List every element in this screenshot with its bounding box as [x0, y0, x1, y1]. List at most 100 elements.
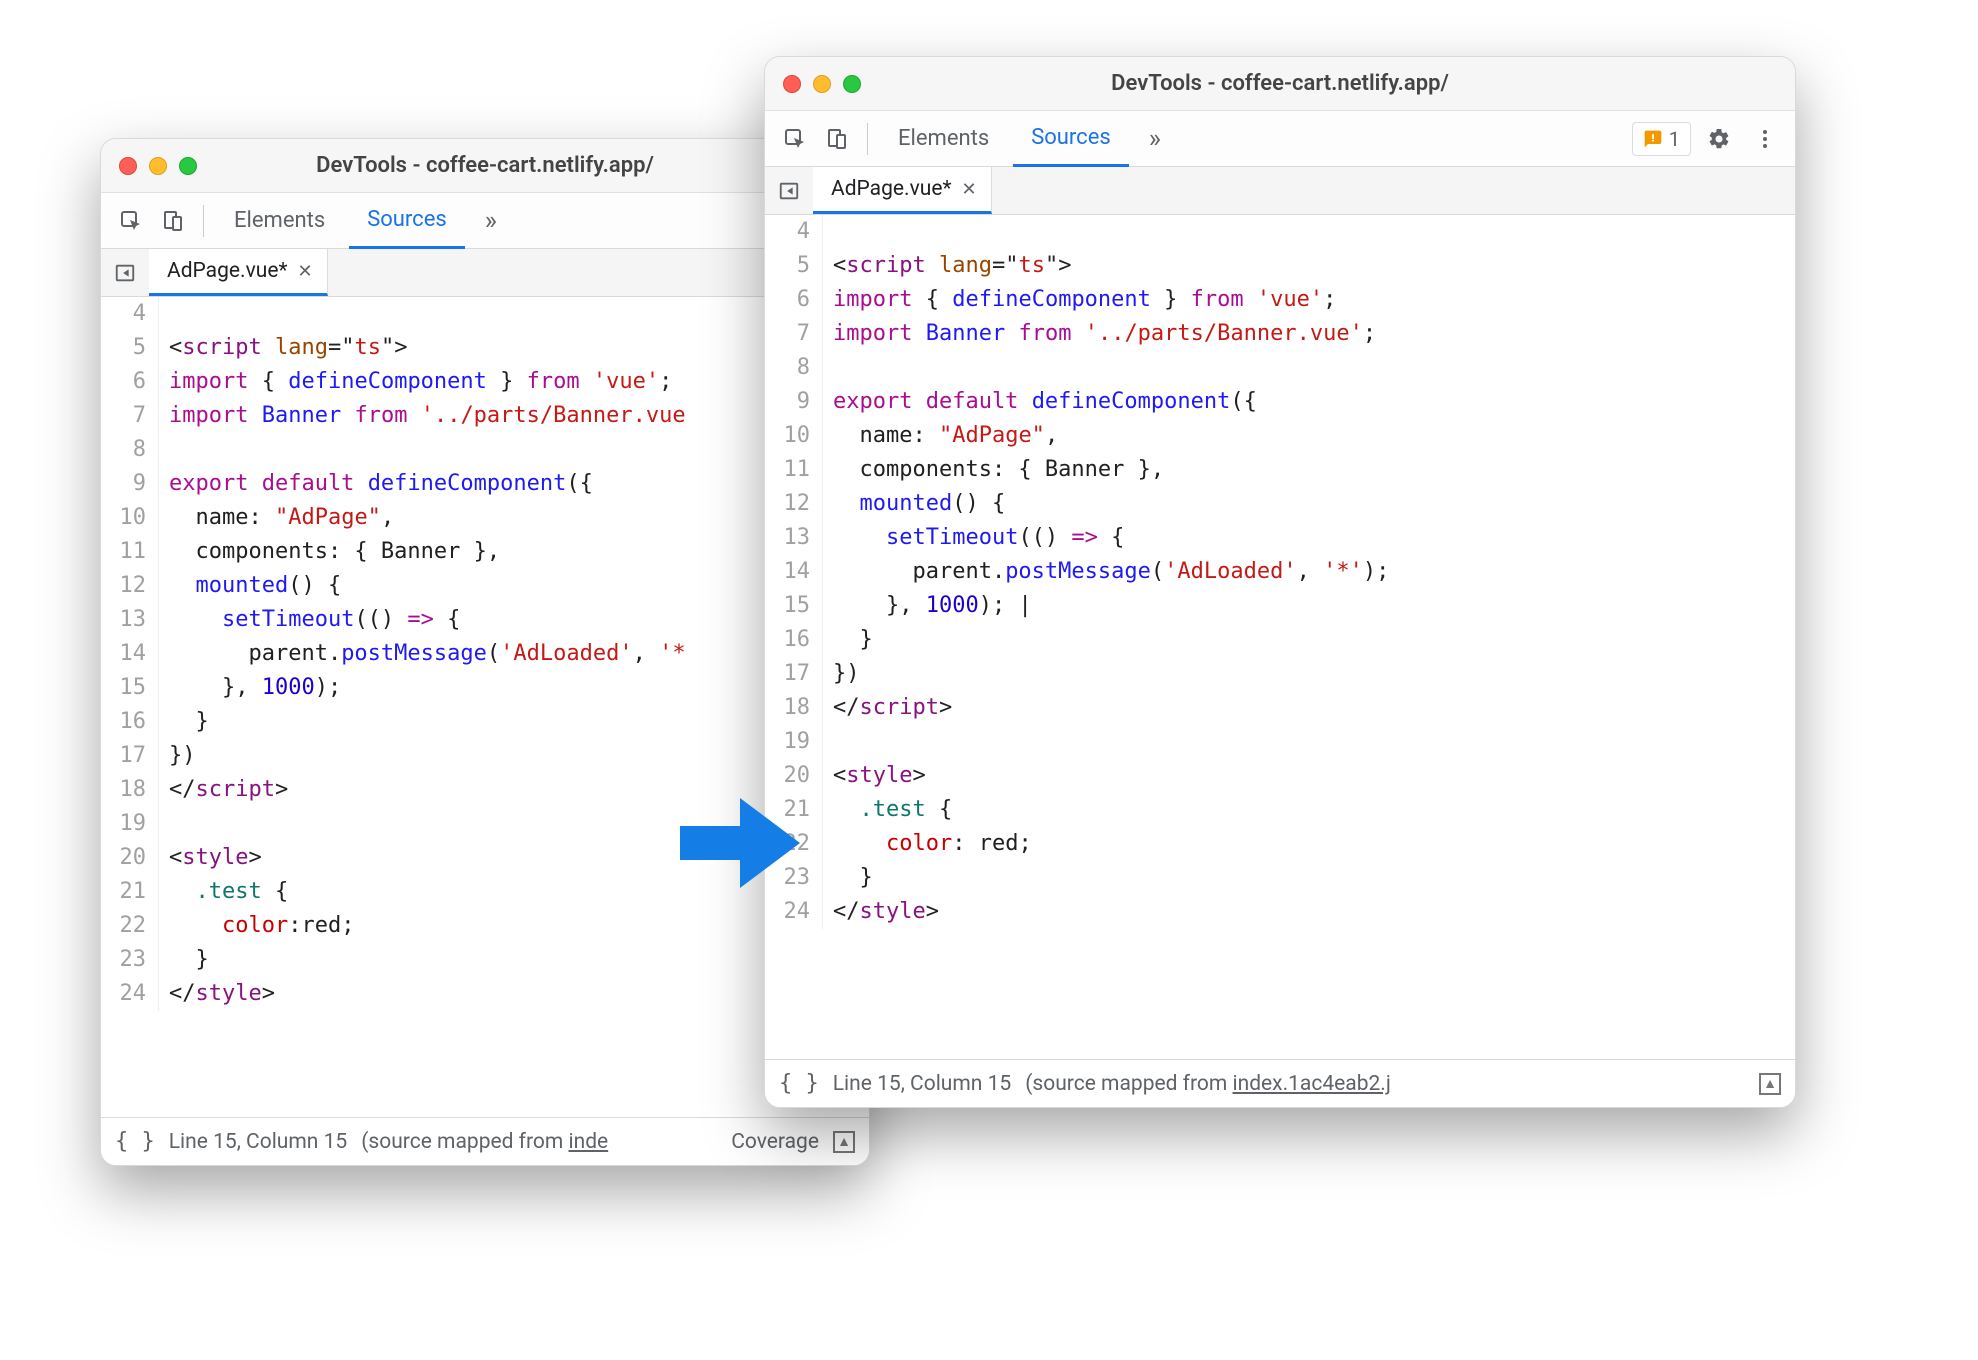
code-content[interactable]: setTimeout(() => {	[159, 603, 460, 637]
inspect-element-icon[interactable]	[113, 203, 149, 239]
code-content[interactable]: color:red;	[159, 909, 354, 943]
code-content[interactable]: import { defineComponent } from 'vue';	[159, 365, 672, 399]
source-map-link[interactable]: index.1ac4eab2.j	[1232, 1072, 1390, 1096]
code-content[interactable]: name: "AdPage",	[159, 501, 394, 535]
maximize-icon[interactable]	[179, 157, 197, 175]
code-line[interactable]: 22 color:red;	[101, 909, 869, 943]
code-line[interactable]: 8	[765, 351, 1795, 385]
code-content[interactable]	[823, 215, 833, 249]
code-content[interactable]: .test {	[159, 875, 288, 909]
code-line[interactable]: 11 components: { Banner },	[101, 535, 869, 569]
code-content[interactable]	[159, 807, 169, 841]
close-tab-icon[interactable]: ✕	[298, 261, 313, 282]
code-line[interactable]: 12 mounted() {	[101, 569, 869, 603]
code-content[interactable]: <style>	[159, 841, 262, 875]
code-content[interactable]: })	[159, 739, 196, 773]
code-line[interactable]: 8	[101, 433, 869, 467]
code-line[interactable]: 7import Banner from '../parts/Banner.vue…	[765, 317, 1795, 351]
code-content[interactable]: parent.postMessage('AdLoaded', '*');	[823, 555, 1389, 589]
device-toggle-icon[interactable]	[819, 121, 855, 157]
file-tab-adpage[interactable]: AdPage.vue* ✕	[813, 167, 992, 214]
code-content[interactable]: export default defineComponent({	[823, 385, 1257, 419]
code-content[interactable]: name: "AdPage",	[823, 419, 1058, 453]
code-line[interactable]: 10 name: "AdPage",	[765, 419, 1795, 453]
code-content[interactable]: mounted() {	[159, 569, 341, 603]
code-line[interactable]: 23 }	[765, 861, 1795, 895]
file-tab-adpage[interactable]: AdPage.vue* ✕	[149, 249, 328, 296]
code-content[interactable]: }	[823, 861, 873, 895]
code-content[interactable]: </style>	[159, 977, 275, 1011]
code-content[interactable]: </script>	[823, 691, 952, 725]
code-content[interactable]: import Banner from '../parts/Banner.vue	[159, 399, 686, 433]
drawer-toggle-icon[interactable]: ▲	[1759, 1073, 1781, 1095]
code-content[interactable]: import { defineComponent } from 'vue';	[823, 283, 1336, 317]
coverage-label[interactable]: Coverage	[731, 1130, 819, 1154]
code-content[interactable]	[823, 725, 833, 759]
code-content[interactable]: import Banner from '../parts/Banner.vue'…	[823, 317, 1376, 351]
code-content[interactable]: <style>	[823, 759, 926, 793]
drawer-toggle-icon[interactable]: ▲	[833, 1131, 855, 1153]
code-content[interactable]: color: red;	[823, 827, 1032, 861]
code-line[interactable]: 24</style>	[101, 977, 869, 1011]
code-line[interactable]: 18</script>	[765, 691, 1795, 725]
code-line[interactable]: 16 }	[101, 705, 869, 739]
code-line[interactable]: 5<script lang="ts">	[765, 249, 1795, 283]
code-line[interactable]: 21 .test {	[765, 793, 1795, 827]
close-icon[interactable]	[119, 157, 137, 175]
code-line[interactable]: 14 parent.postMessage('AdLoaded', '*	[101, 637, 869, 671]
code-line[interactable]: 10 name: "AdPage",	[101, 501, 869, 535]
code-content[interactable]	[823, 351, 833, 385]
code-line[interactable]: 5<script lang="ts">	[101, 331, 869, 365]
close-tab-icon[interactable]: ✕	[962, 179, 977, 200]
code-content[interactable]: components: { Banner },	[159, 535, 500, 569]
code-line[interactable]: 6import { defineComponent } from 'vue';	[765, 283, 1795, 317]
code-editor[interactable]: 45<script lang="ts">6import { defineComp…	[765, 215, 1795, 1059]
code-line[interactable]: 24</style>	[765, 895, 1795, 929]
code-line[interactable]: 23 }	[101, 943, 869, 977]
code-line[interactable]: 15 }, 1000);	[101, 671, 869, 705]
code-content[interactable]: parent.postMessage('AdLoaded', '*	[159, 637, 686, 671]
close-icon[interactable]	[783, 75, 801, 93]
code-line[interactable]: 22 color: red;	[765, 827, 1795, 861]
code-content[interactable]	[159, 297, 169, 331]
code-content[interactable]: export default defineComponent({	[159, 467, 593, 501]
code-line[interactable]: 6import { defineComponent } from 'vue';	[101, 365, 869, 399]
code-line[interactable]: 20<style>	[765, 759, 1795, 793]
code-content[interactable]: }	[823, 623, 873, 657]
code-line[interactable]: 12 mounted() {	[765, 487, 1795, 521]
code-line[interactable]: 11 components: { Banner },	[765, 453, 1795, 487]
tab-sources[interactable]: Sources	[349, 193, 465, 249]
pretty-print-icon[interactable]: { }	[115, 1129, 155, 1154]
code-content[interactable]: })	[823, 657, 860, 691]
code-content[interactable]: .test {	[823, 793, 952, 827]
code-line[interactable]: 9export default defineComponent({	[101, 467, 869, 501]
kebab-menu-icon[interactable]	[1747, 121, 1783, 157]
inspect-element-icon[interactable]	[777, 121, 813, 157]
code-line[interactable]: 17})	[765, 657, 1795, 691]
navigator-toggle-icon[interactable]	[765, 167, 813, 214]
code-content[interactable]: setTimeout(() => {	[823, 521, 1124, 555]
code-content[interactable]: </style>	[823, 895, 939, 929]
code-content[interactable]: }, 1000);	[159, 671, 341, 705]
more-tabs-icon[interactable]: »	[1135, 124, 1175, 154]
minimize-icon[interactable]	[813, 75, 831, 93]
device-toggle-icon[interactable]	[155, 203, 191, 239]
code-line[interactable]: 13 setTimeout(() => {	[765, 521, 1795, 555]
tab-elements[interactable]: Elements	[216, 193, 343, 249]
minimize-icon[interactable]	[149, 157, 167, 175]
code-line[interactable]: 16 }	[765, 623, 1795, 657]
code-content[interactable]: }, 1000); |	[823, 589, 1032, 623]
code-line[interactable]: 4	[101, 297, 869, 331]
code-content[interactable]: <script lang="ts">	[159, 331, 407, 365]
tab-elements[interactable]: Elements	[880, 111, 1007, 167]
code-line[interactable]: 13 setTimeout(() => {	[101, 603, 869, 637]
issues-badge[interactable]: 1	[1632, 122, 1691, 156]
tab-sources[interactable]: Sources	[1013, 111, 1129, 167]
more-tabs-icon[interactable]: »	[471, 206, 511, 236]
code-editor[interactable]: 45<script lang="ts">6import { defineComp…	[101, 297, 869, 1117]
code-content[interactable]: <script lang="ts">	[823, 249, 1071, 283]
code-content[interactable]: }	[159, 705, 209, 739]
code-content[interactable]: }	[159, 943, 209, 977]
code-line[interactable]: 15 }, 1000); |	[765, 589, 1795, 623]
code-line[interactable]: 7import Banner from '../parts/Banner.vue	[101, 399, 869, 433]
